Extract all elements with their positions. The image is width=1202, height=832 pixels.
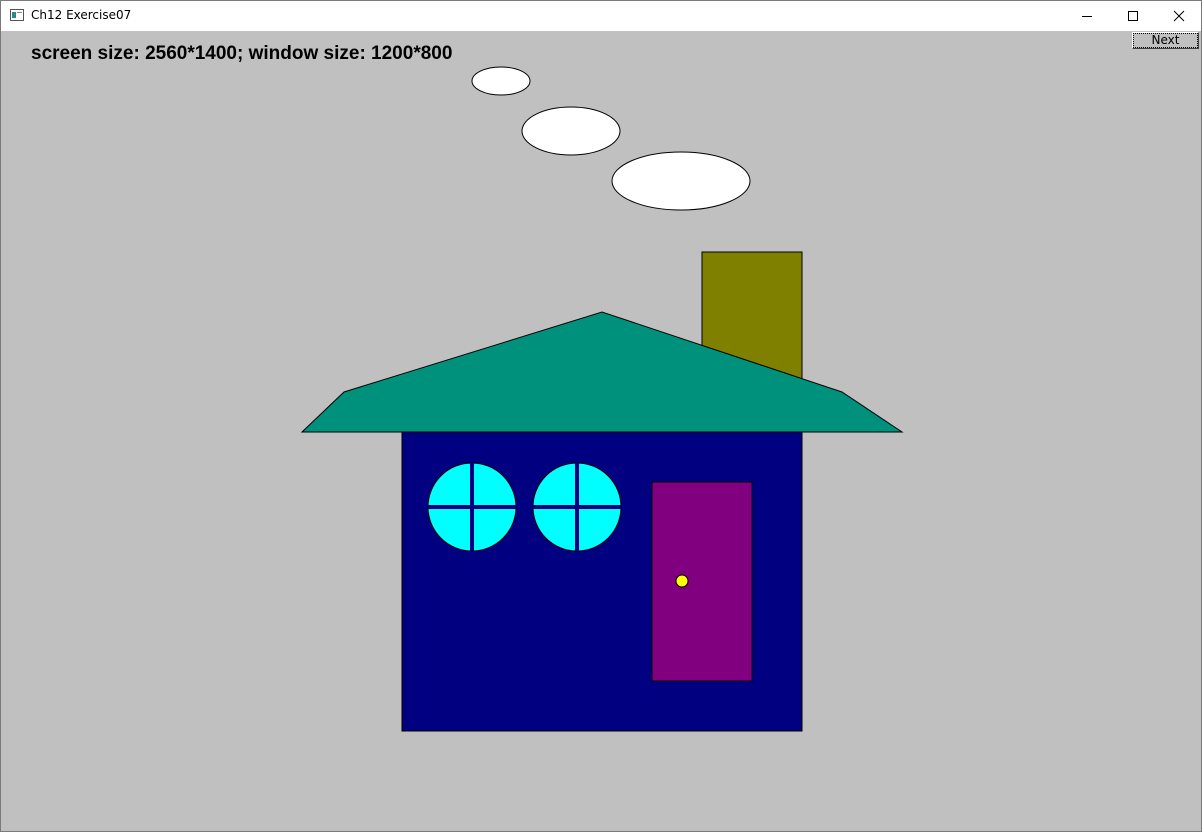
close-button[interactable] bbox=[1156, 1, 1202, 31]
minimize-button[interactable] bbox=[1064, 1, 1110, 31]
drawing-canvas: screen size: 2560*1400; window size: 120… bbox=[1, 31, 1201, 831]
screen-size-label: screen size: 2560*1400; window size: 120… bbox=[31, 43, 453, 64]
app-window: Ch12 Exercise07 screen size: 2560*1400; … bbox=[0, 0, 1202, 832]
title-bar[interactable]: Ch12 Exercise07 bbox=[1, 1, 1201, 31]
round-window-right bbox=[532, 462, 622, 552]
roof bbox=[300, 311, 904, 433]
maximize-button[interactable] bbox=[1110, 1, 1156, 31]
smoke-puff-large bbox=[611, 151, 751, 211]
maximize-icon bbox=[1128, 11, 1138, 21]
app-icon bbox=[10, 9, 24, 21]
close-icon bbox=[1173, 10, 1185, 22]
smoke-puff-medium bbox=[521, 106, 621, 156]
smoke-puff-small bbox=[471, 66, 531, 96]
house-scene bbox=[300, 66, 904, 732]
minimize-icon bbox=[1082, 16, 1092, 17]
round-window-left bbox=[427, 462, 517, 552]
door bbox=[651, 481, 753, 682]
next-button[interactable]: Next bbox=[1132, 32, 1199, 49]
window-title: Ch12 Exercise07 bbox=[31, 8, 132, 22]
door-knob bbox=[675, 574, 689, 588]
